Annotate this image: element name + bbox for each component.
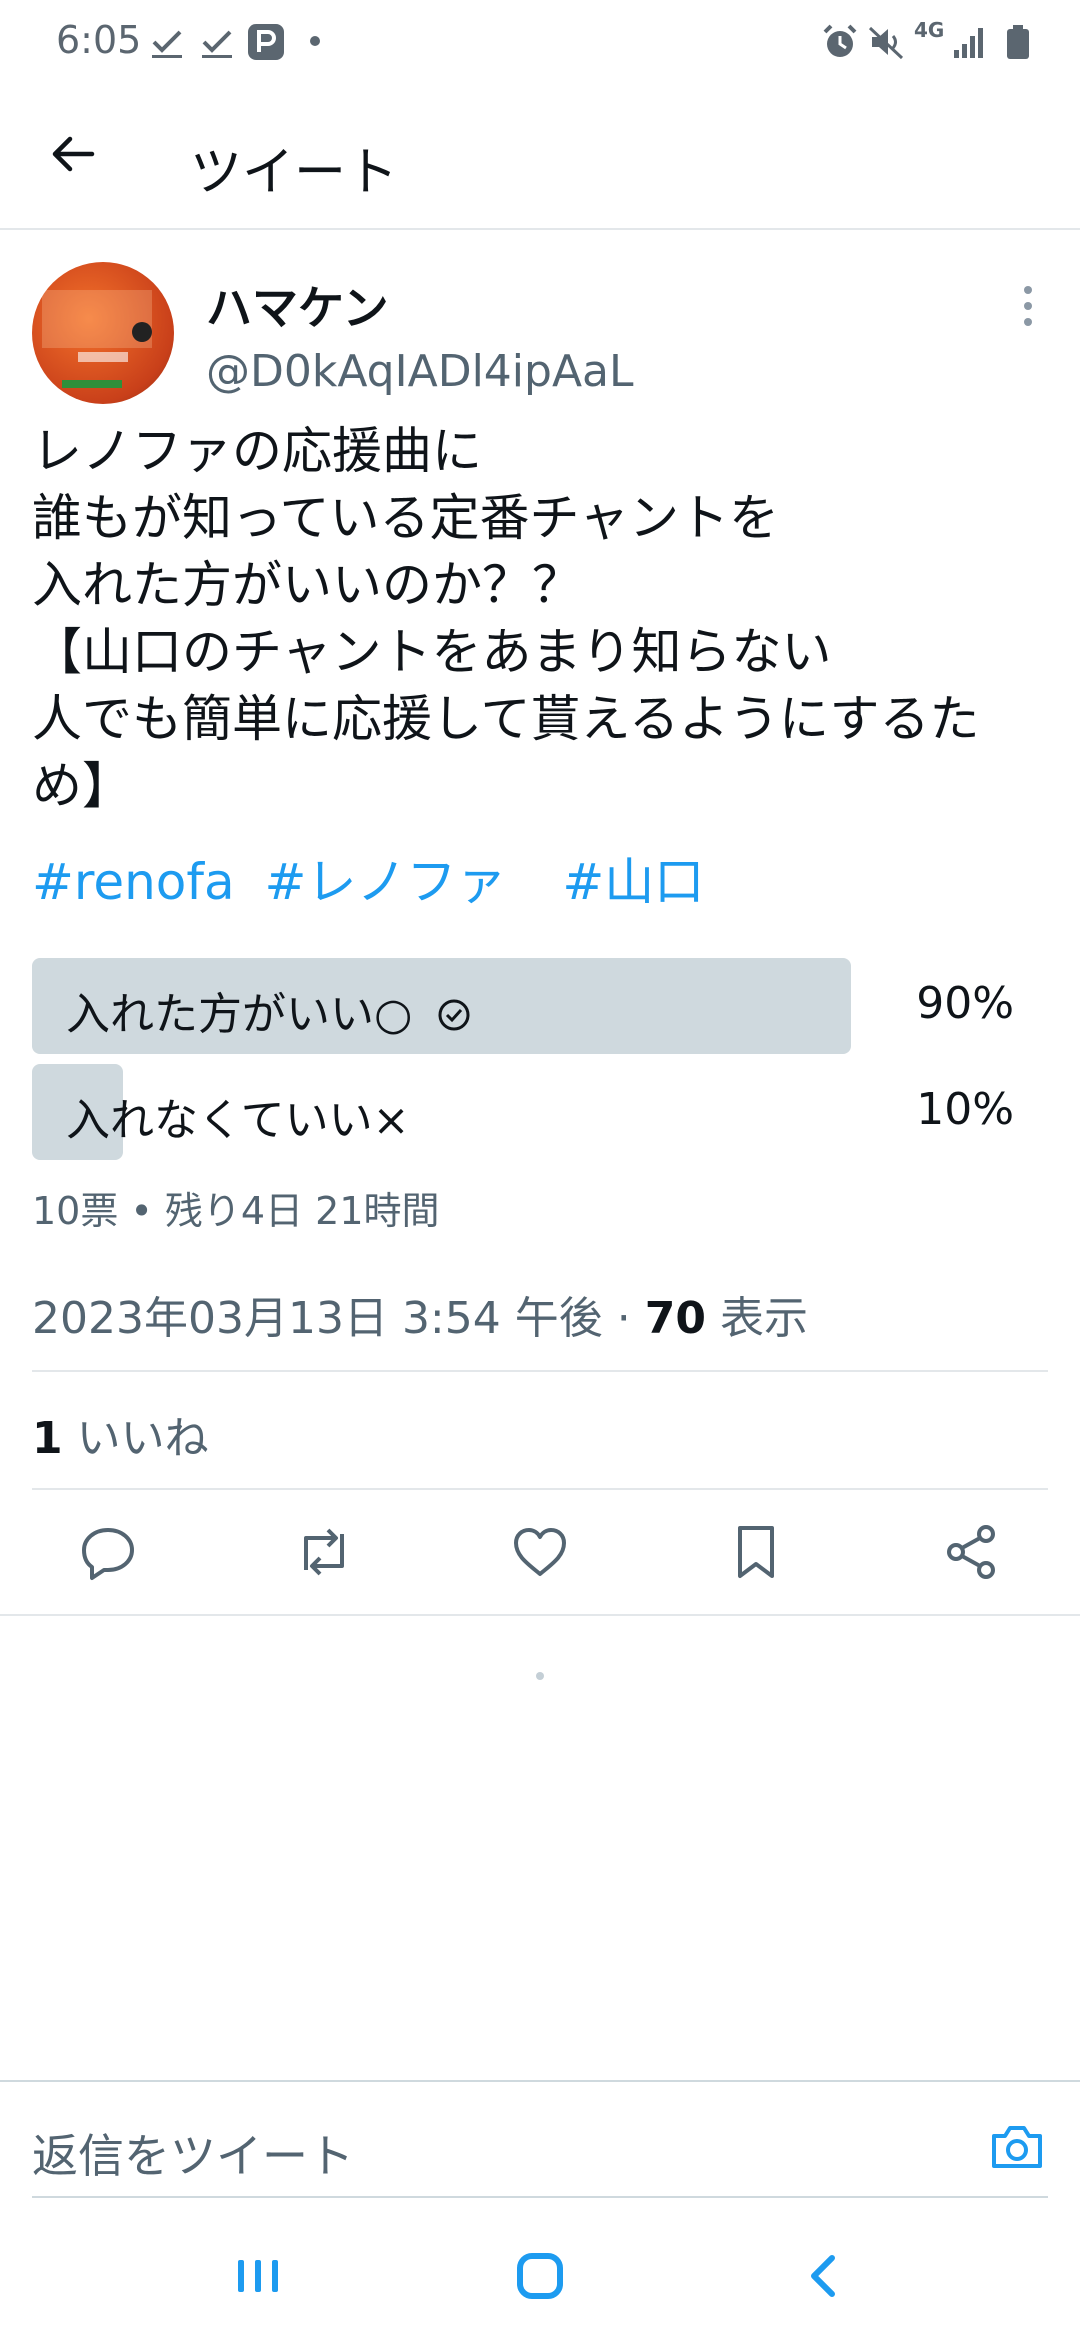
recent-apps-icon — [238, 2260, 278, 2292]
more-vertical-icon — [1024, 286, 1032, 326]
hashtag-link[interactable]: #renofa — [32, 853, 235, 911]
bookmark-icon — [738, 1526, 774, 1578]
comment-icon — [82, 1528, 134, 1580]
hashtag-link[interactable]: #レノファ — [265, 853, 507, 911]
status-time: 6:05 — [56, 18, 142, 62]
more-options-button[interactable] — [1010, 278, 1046, 334]
reply-button[interactable] — [76, 1520, 140, 1584]
check-notification-icon — [198, 22, 238, 62]
recent-apps-button[interactable] — [228, 2246, 288, 2306]
status-bar: 6:05 4G — [0, 0, 1080, 84]
signal-icon — [950, 22, 990, 62]
share-icon — [947, 1525, 995, 1579]
poll-option-text: 入れた方がいい○ — [66, 989, 413, 1040]
views-count: 70 — [644, 1293, 706, 1344]
check-notification-icon — [148, 22, 188, 62]
home-icon — [517, 2253, 563, 2299]
loading-indicator — [536, 1672, 544, 1680]
like-button[interactable] — [508, 1520, 572, 1584]
tweet-text-line: 人でも簡単に応援して貰えるようにするた — [32, 690, 980, 748]
network-type: 4G — [914, 18, 945, 42]
timestamp-line: 2023年03月13日 3:54 午後 · 70 表示 — [32, 1293, 808, 1344]
tweet-text-line: め】 — [32, 757, 132, 815]
likes-line[interactable]: 1 いいね — [32, 1402, 209, 1466]
battery-icon — [998, 22, 1038, 62]
retweet-icon — [304, 1528, 344, 1576]
likes-label: いいね — [76, 1413, 209, 1464]
bookmark-button[interactable] — [724, 1520, 788, 1584]
poll-option-label: 入れた方がいい○ — [66, 978, 472, 1042]
home-button[interactable] — [510, 2246, 570, 2306]
camera-button[interactable] — [988, 2118, 1046, 2176]
divider — [0, 1614, 1080, 1616]
header-divider — [0, 228, 1080, 230]
poll-option-label: 入れなくていい× — [66, 1095, 410, 1146]
mute-icon — [866, 22, 906, 62]
camera-icon — [992, 2126, 1042, 2168]
poll-option-percent: 90% — [916, 978, 1014, 1029]
display-name[interactable]: ハマケン — [206, 272, 389, 338]
tweet-text-line: 誰もが知っている定番チャントを — [32, 489, 779, 547]
back-button[interactable] — [44, 124, 104, 184]
avatar-image — [42, 290, 152, 388]
hashtag-link[interactable]: #山口 — [562, 853, 704, 911]
divider — [32, 1370, 1048, 1372]
divider — [0, 2080, 1080, 2082]
poll-option[interactable]: 入れた方がいい○ 90% — [32, 958, 1014, 1054]
paypay-icon — [246, 22, 286, 62]
tweet-text: レノファの応援曲に 誰もが知っている定番チャントを 入れた方がいいのか？？ 【山… — [32, 418, 1052, 820]
timestamp: 2023年03月13日 3:54 午後 — [32, 1293, 603, 1344]
system-back-button[interactable] — [794, 2246, 854, 2306]
hashtags: #renofa #レノファ #山口 — [32, 842, 718, 914]
status-dot — [310, 36, 320, 46]
poll-option-percent: 10% — [916, 1084, 1014, 1135]
page-title: ツイート — [190, 143, 399, 203]
alarm-icon — [820, 22, 860, 62]
share-button[interactable] — [940, 1520, 1004, 1584]
user-handle[interactable]: @D0kAqIADl4ipAaL — [206, 346, 634, 397]
divider — [32, 2196, 1048, 2198]
poll-option[interactable]: 入れなくていい× 10% — [32, 1064, 1014, 1160]
check-circle-icon — [438, 999, 470, 1031]
tweet-text-line: 入れた方がいいのか？？ — [32, 556, 582, 614]
poll-meta: 10票 • 残り4日 21時間 — [32, 1189, 440, 1233]
views-label: 表示 — [719, 1293, 808, 1344]
avatar[interactable] — [32, 262, 174, 404]
tweet-text-line: 【山口のチャントをあまり知らない — [32, 623, 832, 681]
chevron-left-icon — [811, 2255, 835, 2297]
reply-input[interactable]: 返信をツイート — [32, 2120, 354, 2186]
divider — [32, 1488, 1048, 1490]
retweet-button[interactable] — [292, 1520, 356, 1584]
tweet-text-line: レノファの応援曲に — [32, 422, 482, 480]
arrow-left-icon — [52, 136, 95, 172]
heart-icon — [514, 1528, 566, 1576]
likes-count: 1 — [32, 1413, 63, 1464]
